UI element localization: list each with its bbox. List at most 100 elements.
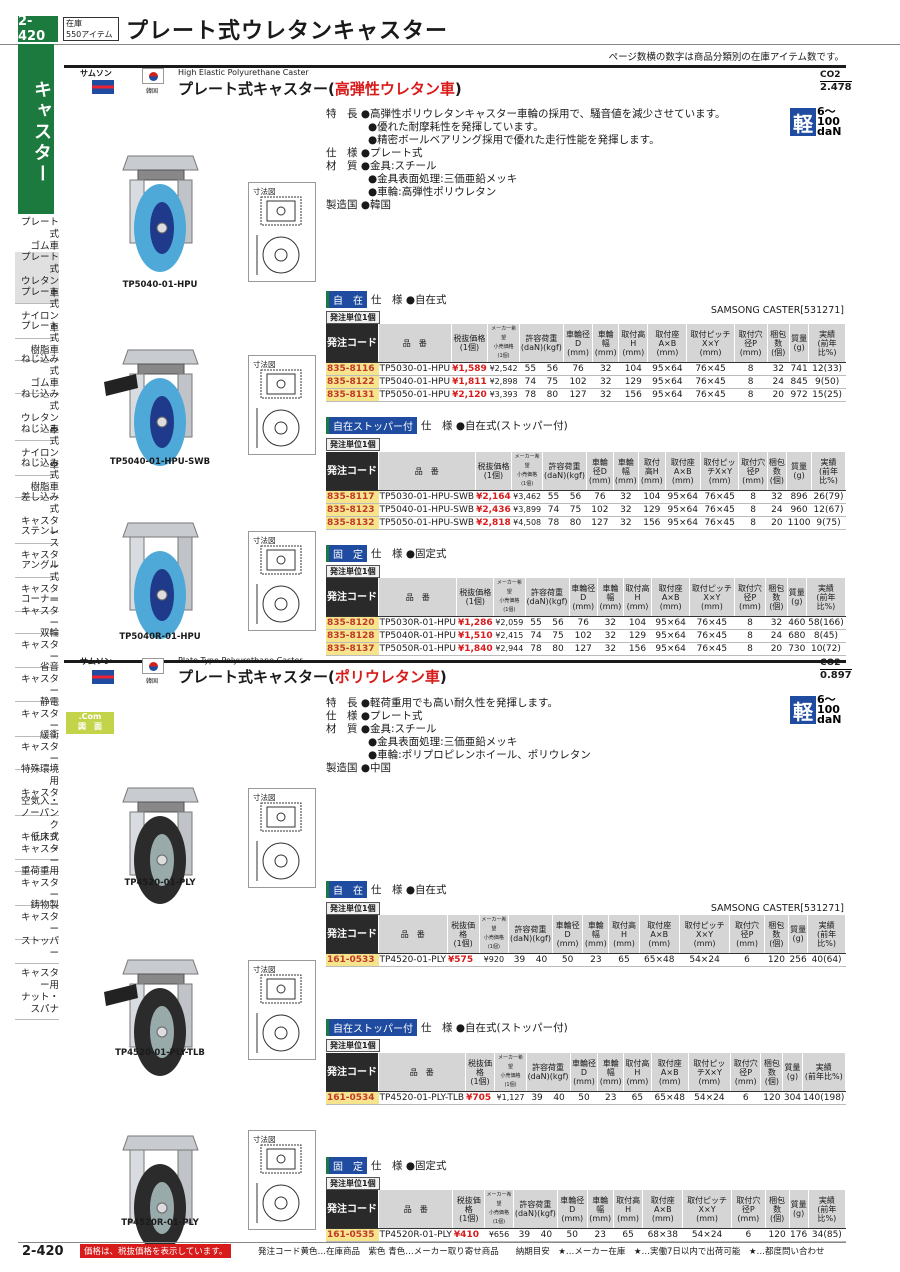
- col-wd: 車輪径D (mm): [552, 915, 584, 954]
- col-qty: 梱包数 (個): [760, 1053, 784, 1092]
- table-row[interactable]: 161-0533 TP4520-01-PLY ¥575 ¥920 39 40 50 23 65 6…: [326, 953, 846, 967]
- col-p: 取付穴径P (mm): [731, 1190, 766, 1229]
- table-cell: 10(72): [806, 642, 846, 656]
- table-cell: ¥3,393: [487, 388, 520, 402]
- table-cell: 76×45: [700, 490, 739, 504]
- table-cell: 78: [525, 642, 548, 656]
- country-label: 韓国: [146, 88, 159, 95]
- table-cell: 460: [787, 616, 807, 630]
- light-load-badge: 軽 6〜100 daN: [790, 694, 846, 726]
- table-cell: ¥575: [447, 953, 480, 967]
- col-load: 許容荷重 (daN)(kgf): [542, 452, 587, 491]
- sidebar-item[interactable]: キャスター用 ナット・スパナ: [15, 968, 59, 1020]
- table-cell: 95×64: [647, 362, 687, 376]
- col-load: 許容荷重 (daN)(kgf): [526, 1053, 571, 1092]
- korea-flag-icon: [142, 658, 164, 674]
- sidebar-item[interactable]: 鋳物製 キャスター: [15, 900, 59, 940]
- table-cell: 120: [760, 1091, 783, 1105]
- table-cell: 304: [782, 1091, 803, 1105]
- table-cell: ¥2,898: [487, 375, 520, 389]
- col-name: 品 番: [378, 324, 452, 363]
- table-cell: 23: [597, 1091, 624, 1105]
- col-name: 品 番: [378, 452, 476, 491]
- table-cell: 95×64: [647, 375, 687, 389]
- table-cell: 8: [734, 388, 768, 402]
- co2-badge: CO2 2.478: [820, 70, 852, 93]
- table-row[interactable]: 161-0534 TP4520-01-PLY-TLB ¥705 ¥1,127 39 40 5…: [326, 1091, 846, 1105]
- table-row[interactable]: 835-8128 TP5040R-01-HPU ¥1,510 ¥2,415 74 75 10…: [326, 629, 846, 643]
- supplier-code: SAMSONG CASTER[531271]: [710, 305, 844, 316]
- col-wd: 車輪径D (mm): [563, 324, 594, 363]
- col-name: 品 番: [378, 915, 448, 954]
- col-price: 税抜価格 (1個): [475, 452, 513, 491]
- table-cell: 32: [767, 362, 790, 376]
- dotcom-sub: 図 面: [78, 722, 102, 731]
- light-label: 軽: [793, 111, 813, 136]
- table-cell: 23: [582, 953, 609, 967]
- table-cell: 32: [592, 388, 619, 402]
- col-code: 発注コード: [326, 915, 379, 954]
- table-row[interactable]: 835-8137 TP5050R-01-HPU ¥1,840 ¥2,944 78 80 12…: [326, 642, 846, 656]
- table-row[interactable]: 835-8120 TP5030R-01-HPU ¥1,286 ¥2,059 55 56 76…: [326, 616, 846, 630]
- table-cell: 26(79): [811, 490, 846, 504]
- table-row[interactable]: 835-8117 TP5030-01-HPU-SWB ¥2,164 ¥3,462 55 5…: [326, 490, 846, 504]
- table-cell: 74: [542, 503, 565, 517]
- col-code: 発注コード: [326, 1190, 379, 1229]
- col-load-dan: (daN): [514, 1209, 538, 1218]
- co2-value: 0.897: [820, 669, 852, 681]
- table-cell: 127: [569, 642, 598, 656]
- col-load-kgf: (kgf): [532, 934, 551, 943]
- col-code: 発注コード: [326, 1053, 379, 1092]
- table-cell: 140(198): [802, 1091, 846, 1105]
- korea-flag-icon: [142, 68, 164, 84]
- co2-label: CO2: [820, 658, 841, 668]
- sidebar-item[interactable]: ねじ込み式 ゴム車: [15, 354, 59, 394]
- table-cell: 32: [597, 642, 624, 656]
- table-cell: 74: [525, 629, 548, 643]
- page-number-bottom: 2-420: [22, 1244, 64, 1259]
- table-cell: 54×24: [679, 953, 730, 967]
- table-cell: 74: [519, 375, 542, 389]
- table-cell: 56: [541, 362, 564, 376]
- table-row[interactable]: 835-8123 TP5040-01-HPU-SWB ¥2,436 ¥3,899 74 7…: [326, 503, 846, 517]
- table-cell: 40: [548, 1091, 571, 1105]
- sidebar-item[interactable]: 省音 キャスター: [15, 662, 59, 702]
- table-cell: 129: [623, 629, 652, 643]
- table-cell: 32: [613, 490, 639, 504]
- col-perf: 実績 (前年比%): [808, 324, 846, 363]
- subgroup-heading: 自 在仕 様 ●自在式: [326, 881, 447, 898]
- order-unit: 発注単位1個: [326, 438, 380, 451]
- col-code: 発注コード: [326, 452, 379, 491]
- table-cell: 34(85): [808, 1228, 846, 1242]
- sidebar-item[interactable]: ストッパー: [15, 936, 59, 964]
- table-row[interactable]: 161-0535 TP4520R-01-PLY ¥410 ¥656 39 40 50 23 65…: [326, 1228, 846, 1242]
- product-label: TP5040-01-HPU-SWB: [109, 457, 211, 467]
- col-maker-price: メーカー希望 小売価格 (1個): [511, 452, 543, 491]
- sidebar-item[interactable]: プレート式 ゴム車: [15, 217, 59, 257]
- table-row[interactable]: 835-8131 TP5050-01-HPU ¥2,120 ¥3,393 78 80 127…: [326, 388, 846, 402]
- section-title: プレート式キャスター(ポリウレタン車): [178, 666, 447, 687]
- table-cell: 835-8137: [326, 642, 379, 656]
- table-cell: 65×48: [639, 953, 680, 967]
- table-cell: 9(50): [808, 375, 846, 389]
- table-cell: 65×48: [651, 1091, 689, 1105]
- table-cell: 95×64: [665, 516, 701, 530]
- dotcom-drawing-badge[interactable]: .Com 図 面: [66, 712, 114, 734]
- table-cell: 76: [563, 362, 593, 376]
- table-row[interactable]: 835-8132 TP5050-01-HPU-SWB ¥2,818 ¥4,508 78 8…: [326, 516, 846, 530]
- table-row[interactable]: 835-8116 TP5030-01-HPU ¥1,589 ¥2,542 55 56 76 3…: [326, 362, 846, 376]
- col-load-dan: (daN): [526, 597, 549, 606]
- type-spec: 仕 様 ●固定式: [371, 548, 447, 560]
- table-cell: 32: [597, 629, 624, 643]
- load-range: 6〜100 daN: [816, 694, 846, 726]
- col-name: 品 番: [378, 1190, 454, 1229]
- table-row[interactable]: 835-8122 TP5040-01-HPU ¥1,811 ¥2,898 74 75 102…: [326, 375, 846, 389]
- table-cell: 8: [738, 503, 768, 517]
- order-unit: 発注単位1個: [326, 1177, 380, 1190]
- table-cell: 8: [738, 490, 768, 504]
- spec-table: 発注コード品 番税抜価格 (1個) メーカー希望 小売価格 (1個) 許容荷重 (da…: [326, 452, 846, 530]
- table-cell: 76×45: [689, 642, 735, 656]
- table-cell: 845: [789, 375, 809, 389]
- table-cell: 12(67): [811, 503, 846, 517]
- col-price: 税抜価格 (1個): [456, 578, 495, 617]
